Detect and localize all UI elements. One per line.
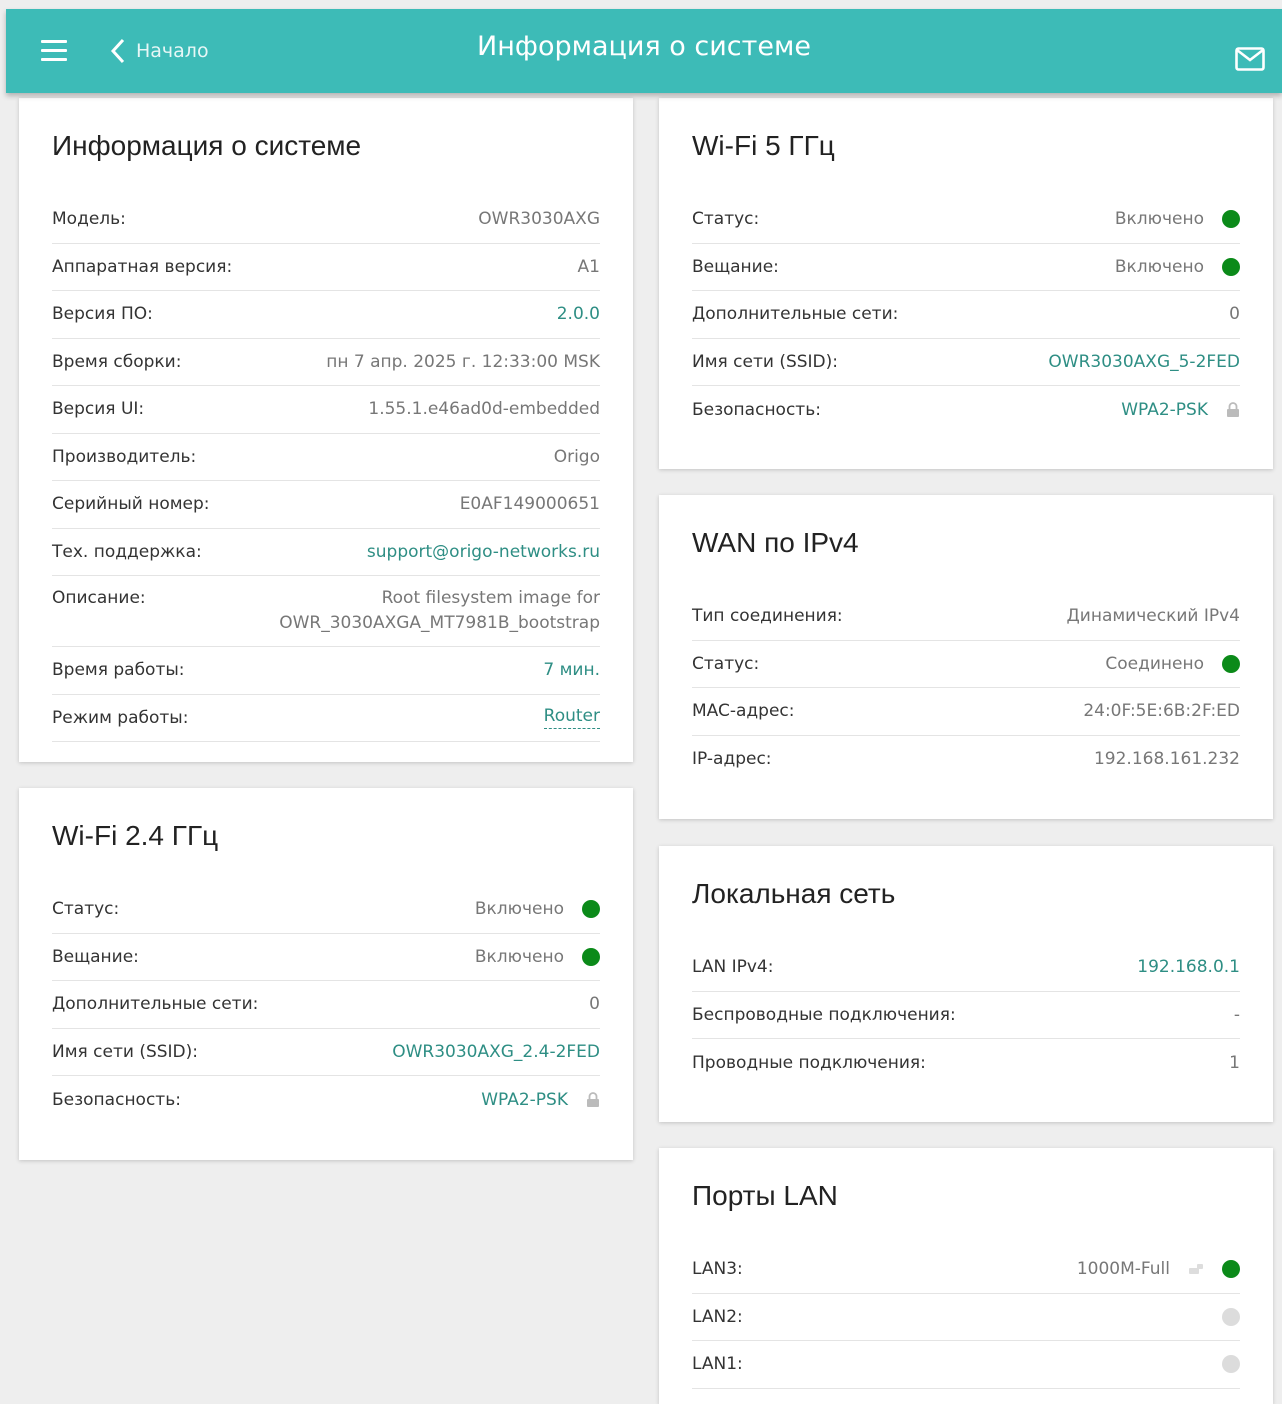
security-24-link[interactable]: WPA2-PSK	[481, 1090, 568, 1110]
wan-row-type: Тип соединения: Динамический IPv4	[692, 593, 1240, 641]
card-title: Локальная сеть	[692, 878, 896, 909]
wan-row-ip: IP-адрес: 192.168.161.232	[692, 749, 1240, 770]
port-row-lan2: LAN2:	[692, 1294, 1240, 1341]
info-row-description: Описание: Root filesystem image for OWR_30…	[52, 576, 600, 647]
lan-row-ipv4: LAN IPv4: 192.168.0.1	[692, 944, 1240, 992]
info-row-ui-version: Версия UI: 1.55.1.e46ad0d-embedded	[52, 386, 600, 434]
port-status-dot-off	[1222, 1307, 1240, 1326]
uptime-link[interactable]: 7 мин.	[543, 660, 600, 680]
port-row-lan1: LAN1:	[692, 1341, 1240, 1389]
card-title: WAN по IPv4	[692, 527, 859, 558]
lock-icon	[587, 1091, 599, 1107]
card-title: Wi-Fi 2.4 ГГц	[52, 820, 219, 851]
info-row-uptime: Время работы: 7 мин.	[52, 647, 600, 695]
info-row-serial: Серийный номер: E0AF149000651	[52, 481, 600, 529]
wan-ipv4-card: WAN по IPv4 Тип соединения: Динамический …	[659, 495, 1273, 819]
lan-row-wired: Проводные подключения: 1	[692, 1052, 1240, 1073]
port-status-dot-off	[1222, 1355, 1240, 1374]
local-network-card: Локальная сеть LAN IPv4: 192.168.0.1 Бесп…	[659, 846, 1273, 1122]
wan-row-mac: MAC-адрес: 24:0F:5E:6B:2F:ED	[692, 688, 1240, 736]
security-5-link[interactable]: WPA2-PSK	[1121, 400, 1208, 420]
lan-ipv4-link[interactable]: 192.168.0.1	[1137, 957, 1240, 977]
wifi24-row-broadcast: Вещание: Включено	[52, 934, 600, 981]
wifi-24-card: Wi-Fi 2.4 ГГц Статус: Включено Вещание: Вк…	[19, 788, 633, 1160]
card-title: Информация о системе	[52, 130, 362, 161]
mail-icon[interactable]	[1235, 47, 1265, 71]
status-dot-on	[582, 947, 600, 966]
status-dot-on	[1222, 654, 1240, 673]
lan-ports-card: Порты LAN LAN3: 1000M-Full LAN2: LAN1:	[659, 1148, 1273, 1404]
wifi5-row-extra-networks: Дополнительные сети: 0	[692, 291, 1240, 339]
fw-version-link[interactable]: 2.0.0	[557, 304, 600, 324]
wifi24-row-extra-networks: Дополнительные сети: 0	[52, 981, 600, 1029]
status-dot-on	[1222, 210, 1240, 229]
ssid-5-link[interactable]: OWR3030AXG_5-2FED	[1048, 352, 1240, 372]
info-row-support: Тех. поддержка: support@origo-networks.ru	[52, 529, 600, 576]
wifi5-row-broadcast: Вещание: Включено	[692, 244, 1240, 291]
card-title: Порты LAN	[692, 1180, 838, 1211]
info-row-mode: Режим работы: Router	[52, 695, 600, 742]
wifi5-row-ssid: Имя сети (SSID): OWR3030AXG_5-2FED	[692, 339, 1240, 386]
wifi-5-card: Wi-Fi 5 ГГц Статус: Включено Вещание: Вклю…	[659, 98, 1273, 469]
info-row-vendor: Производитель: Origo	[52, 434, 600, 481]
wifi5-row-status: Статус: Включено	[692, 196, 1240, 244]
top-bar: Начало Информация о системе	[6, 9, 1282, 93]
status-dot-on	[582, 900, 600, 919]
status-dot-on	[1222, 257, 1240, 276]
info-row-model: Модель: OWR3030AXG	[52, 196, 600, 244]
support-email-link[interactable]: support@origo-networks.ru	[367, 542, 600, 562]
ssid-24-link[interactable]: OWR3030AXG_2.4-2FED	[392, 1042, 600, 1062]
system-info-card: Информация о системе Модель: OWR3030AXG А…	[19, 98, 633, 762]
page-title: Информация о системе	[477, 31, 811, 62]
card-title: Wi-Fi 5 ГГц	[692, 130, 835, 161]
wifi24-row-status: Статус: Включено	[52, 886, 600, 934]
info-row-build-time: Время сборки: пн 7 апр. 2025 г. 12:33:00 …	[52, 339, 600, 386]
wifi5-row-security: Безопасность: WPA2-PSK	[692, 386, 1240, 434]
wifi24-row-security: Безопасность: WPA2-PSK	[52, 1076, 600, 1124]
cable-icon	[1189, 1264, 1203, 1275]
info-row-hw-version: Аппаратная версия: A1	[52, 244, 600, 291]
wifi24-row-ssid: Имя сети (SSID): OWR3030AXG_2.4-2FED	[52, 1029, 600, 1076]
port-status-dot-on	[1222, 1260, 1240, 1279]
info-row-fw-version: Версия ПО: 2.0.0	[52, 291, 600, 339]
lan-row-wireless: Беспроводные подключения: -	[692, 992, 1240, 1039]
mode-link[interactable]: Router	[543, 706, 600, 730]
wan-row-status: Статус: Соединено	[692, 641, 1240, 688]
lock-icon	[1227, 401, 1239, 417]
port-row-lan3: LAN3: 1000M-Full	[692, 1246, 1240, 1294]
